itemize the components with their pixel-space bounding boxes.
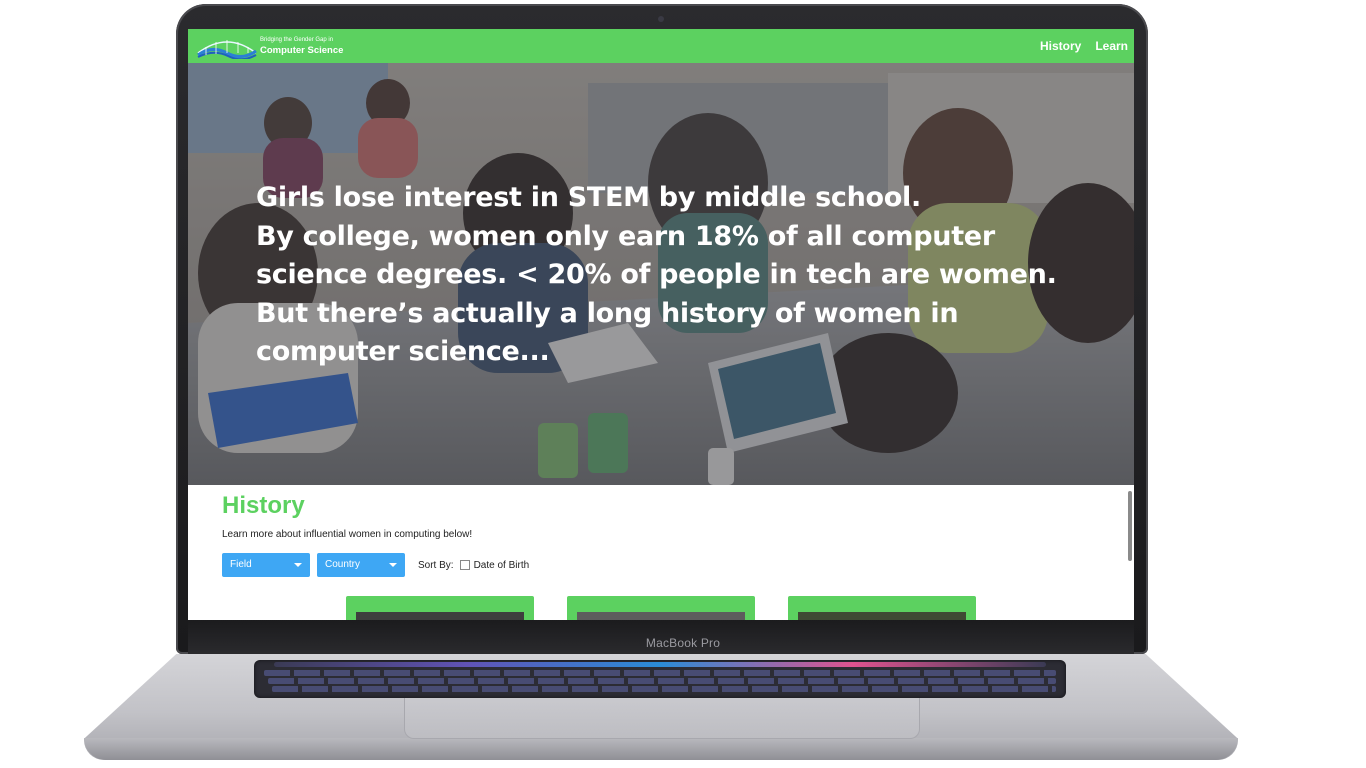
key-row <box>272 686 1056 692</box>
hero-line: science degrees. < 20% of people in tech… <box>256 259 1057 290</box>
person-card[interactable] <box>788 596 976 620</box>
browser-screen: Bridging the Gender Gap in Computer Scie… <box>188 29 1134 620</box>
hero-line: Girls lose interest in STEM by middle sc… <box>256 182 921 213</box>
nav-link-learn[interactable]: Learn <box>1095 39 1128 53</box>
laptop-model-label: MacBook Pro <box>645 636 721 650</box>
hero-banner: Girls lose interest in STEM by middle sc… <box>188 63 1134 485</box>
person-card-image <box>798 612 966 620</box>
field-dropdown-label: Field <box>230 559 252 570</box>
bridge-logo-icon <box>197 40 257 59</box>
keyboard <box>254 660 1066 698</box>
site-navbar: Bridging the Gender Gap in Computer Scie… <box>188 29 1134 63</box>
country-dropdown[interactable]: Country <box>317 553 405 577</box>
field-dropdown[interactable]: Field <box>222 553 310 577</box>
camera-icon <box>658 16 664 22</box>
laptop-mockup: Bridging the Gender Gap in Computer Scie… <box>0 0 1366 768</box>
history-section: History Learn more about influential wom… <box>222 491 1102 577</box>
person-card[interactable] <box>346 596 534 620</box>
date-of-birth-checkbox[interactable] <box>459 560 470 570</box>
logo-tagline: Bridging the Gender Gap in <box>260 37 334 43</box>
history-title: History <box>222 492 305 519</box>
site-logo[interactable]: Bridging the Gender Gap in Computer Scie… <box>196 33 356 59</box>
hero-line: By college, women only earn 18% of all c… <box>256 220 995 252</box>
logo-title: Computer Science <box>260 45 344 56</box>
nav-link-history[interactable]: History <box>1040 39 1081 53</box>
hero-line: But there’s actually a long history of w… <box>256 297 959 329</box>
caret-down-icon <box>294 563 302 567</box>
hero-line: computer science... <box>256 336 550 367</box>
page-scrollbar[interactable] <box>1128 491 1132 561</box>
caret-down-icon <box>389 563 397 567</box>
key-row <box>268 678 1056 684</box>
person-card-image <box>577 612 745 620</box>
country-dropdown-label: Country <box>325 559 361 570</box>
laptop-base-edge <box>84 738 1238 760</box>
touch-bar <box>274 662 1046 667</box>
history-subtitle: Learn more about influential women in co… <box>222 529 473 540</box>
date-of-birth-label[interactable]: Date of Birth <box>474 560 530 571</box>
person-card-image <box>356 612 524 620</box>
nav-links: History Learn <box>1040 39 1128 53</box>
key-row <box>264 670 1056 676</box>
hero-headline: Girls lose interest in STEM by middle sc… <box>256 179 1076 372</box>
filter-bar: Field Country Sort By: Date of Birth <box>222 553 529 577</box>
trackpad <box>404 698 920 739</box>
person-card[interactable] <box>567 596 755 620</box>
sort-by-label: Sort By: <box>418 559 454 571</box>
